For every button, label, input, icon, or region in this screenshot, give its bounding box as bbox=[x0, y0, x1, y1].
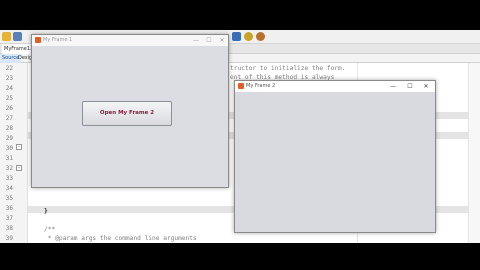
window-my-frame-1[interactable]: My Frame 1 — ☐ ✕ Open My Frame 2 bbox=[31, 34, 229, 188]
line-number: 28 bbox=[5, 125, 13, 132]
line-number: 37 bbox=[5, 215, 13, 222]
line-number: 32 bbox=[5, 165, 13, 172]
line-number: 36 bbox=[5, 205, 13, 212]
line-number: 22 bbox=[5, 65, 13, 72]
debug-icon[interactable] bbox=[256, 32, 265, 41]
line-number: 35 bbox=[5, 195, 13, 202]
java-cup-icon bbox=[35, 37, 41, 43]
error-stripe bbox=[468, 63, 480, 243]
build-icon[interactable] bbox=[232, 32, 241, 41]
line-number: 31 bbox=[5, 155, 13, 162]
title-bar[interactable]: My Frame 1 — ☐ ✕ bbox=[32, 35, 228, 46]
window-my-frame-2[interactable]: My Frame 2 — ☐ ✕ bbox=[234, 80, 436, 233]
minimize-icon[interactable]: — bbox=[190, 35, 202, 46]
fold-toggle-icon[interactable]: - bbox=[16, 144, 22, 150]
maximize-icon[interactable]: ☐ bbox=[404, 81, 416, 92]
line-number: 29 bbox=[5, 135, 13, 142]
minimize-icon[interactable]: — bbox=[387, 81, 399, 92]
line-number-gutter: 22 23 24 25 26 27 28 29 30 31 32 33 34 3… bbox=[0, 63, 28, 243]
code-line: /** bbox=[44, 226, 56, 233]
line-number: 25 bbox=[5, 95, 13, 102]
close-icon[interactable]: ✕ bbox=[420, 81, 432, 92]
fold-toggle-icon[interactable]: - bbox=[16, 165, 22, 171]
code-line: * @param args the command line arguments bbox=[44, 235, 197, 242]
open-my-frame-2-button[interactable]: Open My Frame 2 bbox=[82, 101, 172, 126]
line-number: 38 bbox=[5, 225, 13, 232]
closing-brace: } bbox=[44, 208, 48, 215]
line-number: 23 bbox=[5, 75, 13, 82]
letterbox-top bbox=[0, 0, 480, 30]
line-number: 30 bbox=[5, 145, 13, 152]
window-title: My Frame 2 bbox=[246, 83, 276, 89]
line-number: 33 bbox=[5, 175, 13, 182]
window-title: My Frame 1 bbox=[43, 37, 73, 43]
line-number: 34 bbox=[5, 185, 13, 192]
run-icon[interactable] bbox=[244, 32, 253, 41]
line-number: 39 bbox=[5, 235, 13, 242]
title-bar[interactable]: My Frame 2 — ☐ ✕ bbox=[235, 81, 435, 92]
maximize-icon[interactable]: ☐ bbox=[203, 35, 215, 46]
java-cup-icon bbox=[238, 83, 244, 89]
close-icon[interactable]: ✕ bbox=[216, 35, 228, 46]
save-icon[interactable] bbox=[13, 32, 22, 41]
line-number: 24 bbox=[5, 85, 13, 92]
line-number: 27 bbox=[5, 115, 13, 122]
line-number: 26 bbox=[5, 105, 13, 112]
open-project-icon[interactable] bbox=[2, 32, 11, 41]
letterbox-bottom bbox=[0, 243, 480, 270]
code-line: tructor to initialize the form. bbox=[230, 65, 346, 72]
